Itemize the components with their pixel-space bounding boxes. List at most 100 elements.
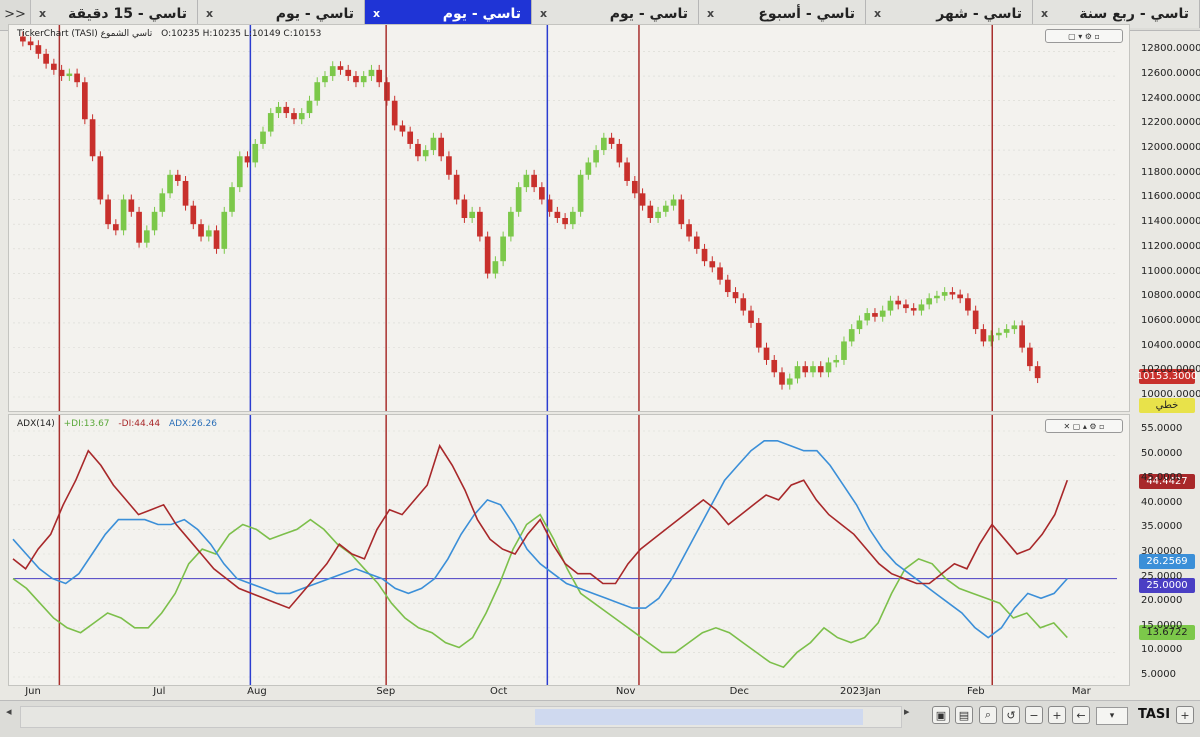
- candle-body: [143, 230, 150, 243]
- candle-body: [678, 199, 685, 225]
- candle-body: [182, 180, 189, 206]
- adx-line-chart[interactable]: [9, 415, 1129, 685]
- candle-body: [833, 359, 840, 363]
- adx-tick-label: 50.0000: [1141, 447, 1183, 459]
- candle-body: [275, 106, 282, 114]
- back-icon[interactable]: ←: [1072, 706, 1090, 724]
- chart-icon[interactable]: ▣: [932, 706, 950, 724]
- candle-body: [399, 125, 406, 132]
- candle-body: [988, 335, 994, 342]
- candle-body: [949, 292, 956, 295]
- candle-body: [864, 313, 871, 321]
- candle-body: [825, 362, 832, 373]
- plus-di-readout: +DI:13.67: [63, 419, 110, 429]
- candle-body: [570, 211, 576, 225]
- close-icon[interactable]: x: [1041, 7, 1048, 20]
- zoom-out-icon[interactable]: −: [1025, 706, 1043, 724]
- candle-body: [422, 150, 429, 157]
- layout-icon[interactable]: ▤: [955, 706, 973, 724]
- tab-label: تاسي - يوم: [275, 6, 354, 22]
- candle-body: [724, 279, 731, 293]
- candle-body: [748, 310, 754, 323]
- close-icon[interactable]: x: [707, 7, 714, 20]
- candle-body: [190, 205, 197, 225]
- candle-body: [872, 313, 878, 317]
- candle-body: [384, 82, 390, 101]
- candle-body: [593, 150, 599, 163]
- candle-body: [562, 218, 568, 225]
- adx-pane-controls[interactable]: ✕ ▢ ▴ ⚙ ▫: [1045, 419, 1123, 433]
- candle-body: [89, 119, 96, 157]
- candle-body: [616, 143, 623, 163]
- candle-body: [35, 45, 42, 54]
- time-scrollbar[interactable]: [20, 706, 902, 728]
- symbol-dropdown[interactable]: ▾: [1096, 707, 1128, 725]
- price-chart-pane[interactable]: TickerChart (TASI) تاسي الشموع O:10235 H…: [8, 24, 1130, 412]
- zoom-region-icon[interactable]: ⌕: [979, 706, 997, 724]
- price-tick-label: 11600.0000: [1141, 191, 1200, 203]
- candle-body: [353, 76, 359, 83]
- candle-body: [453, 174, 460, 200]
- close-icon[interactable]: x: [874, 7, 881, 20]
- zoom-in-icon[interactable]: +: [1048, 706, 1066, 724]
- price-pane-title: TickerChart (TASI) تاسي الشموع O:10235 H…: [17, 29, 327, 39]
- candle-body: [391, 100, 398, 126]
- scroll-right-icon[interactable]: ▸: [904, 705, 910, 718]
- candle-body: [128, 199, 135, 212]
- adx-tick-label: 10.0000: [1141, 644, 1183, 656]
- candle-body: [469, 211, 475, 218]
- candle-body: [887, 300, 894, 311]
- candle-body: [817, 366, 824, 373]
- adx-tick-label: 40.0000: [1141, 496, 1183, 508]
- pane-controls[interactable]: ▢ ▾ ⚙ ▫: [1045, 29, 1123, 43]
- candle-body: [82, 82, 88, 120]
- price-candlestick-chart[interactable]: [9, 25, 1129, 411]
- candle-body: [624, 162, 630, 181]
- close-icon[interactable]: x: [540, 7, 547, 20]
- price-tick-label: 10200.0000: [1141, 364, 1200, 376]
- scrollbar-thumb[interactable]: [535, 709, 863, 725]
- candle-body: [66, 73, 73, 77]
- candle-body: [415, 143, 421, 157]
- scroll-left-icon[interactable]: ◂: [6, 705, 12, 718]
- candle-body: [717, 267, 723, 280]
- undo-zoom-icon[interactable]: ↺: [1002, 706, 1020, 724]
- adx-tick-label: 20.0000: [1141, 595, 1183, 607]
- adx-name: ADX(14): [17, 419, 55, 429]
- candle-body: [112, 224, 119, 231]
- candle-body: [686, 224, 692, 237]
- close-icon[interactable]: x: [373, 7, 380, 20]
- price-tick-label: 11200.0000: [1141, 240, 1200, 252]
- candle-body: [841, 341, 847, 360]
- candle-body: [856, 320, 863, 330]
- candle-body: [771, 359, 778, 373]
- candle-body: [879, 310, 886, 317]
- candle-body: [972, 310, 979, 330]
- close-icon[interactable]: x: [206, 7, 213, 20]
- candle-body: [903, 304, 909, 309]
- candle-body: [283, 106, 290, 114]
- x-axis-month-label: Sep: [376, 686, 396, 697]
- chart-style-button[interactable]: خطي: [1139, 398, 1195, 413]
- adx-y-axis: 44.4427 26.2569 25.0000 13.6722 55.0000 5…: [1131, 414, 1200, 686]
- candle-body: [360, 76, 367, 83]
- add-icon[interactable]: +: [1176, 706, 1194, 724]
- candle-body: [484, 236, 491, 274]
- candle-body: [918, 304, 925, 311]
- candle-body: [430, 137, 437, 151]
- candle-body: [236, 156, 243, 188]
- candle-body: [670, 199, 677, 206]
- bottom-toolbar: ◂ ▸ ▣ ▤ ⌕ ↺ − + ← ▾ TASI +: [0, 700, 1200, 737]
- candle-body: [763, 347, 770, 360]
- candle-body: [926, 298, 933, 305]
- close-icon[interactable]: x: [39, 7, 46, 20]
- candle-body: [554, 211, 561, 218]
- adx-indicator-pane[interactable]: ADX(14) +DI:13.67 -DI:44.44 ADX:26.26 ✕ …: [8, 414, 1130, 686]
- candle-body: [740, 298, 747, 311]
- candle-body: [345, 69, 352, 77]
- candle-body: [965, 298, 971, 311]
- tab-label: تاسي - شهر: [936, 6, 1022, 22]
- x-axis-month-label: Jul: [153, 686, 166, 697]
- x-axis-month-label: Oct: [490, 686, 508, 697]
- chart-title: TickerChart (TASI) تاسي الشموع: [17, 29, 153, 39]
